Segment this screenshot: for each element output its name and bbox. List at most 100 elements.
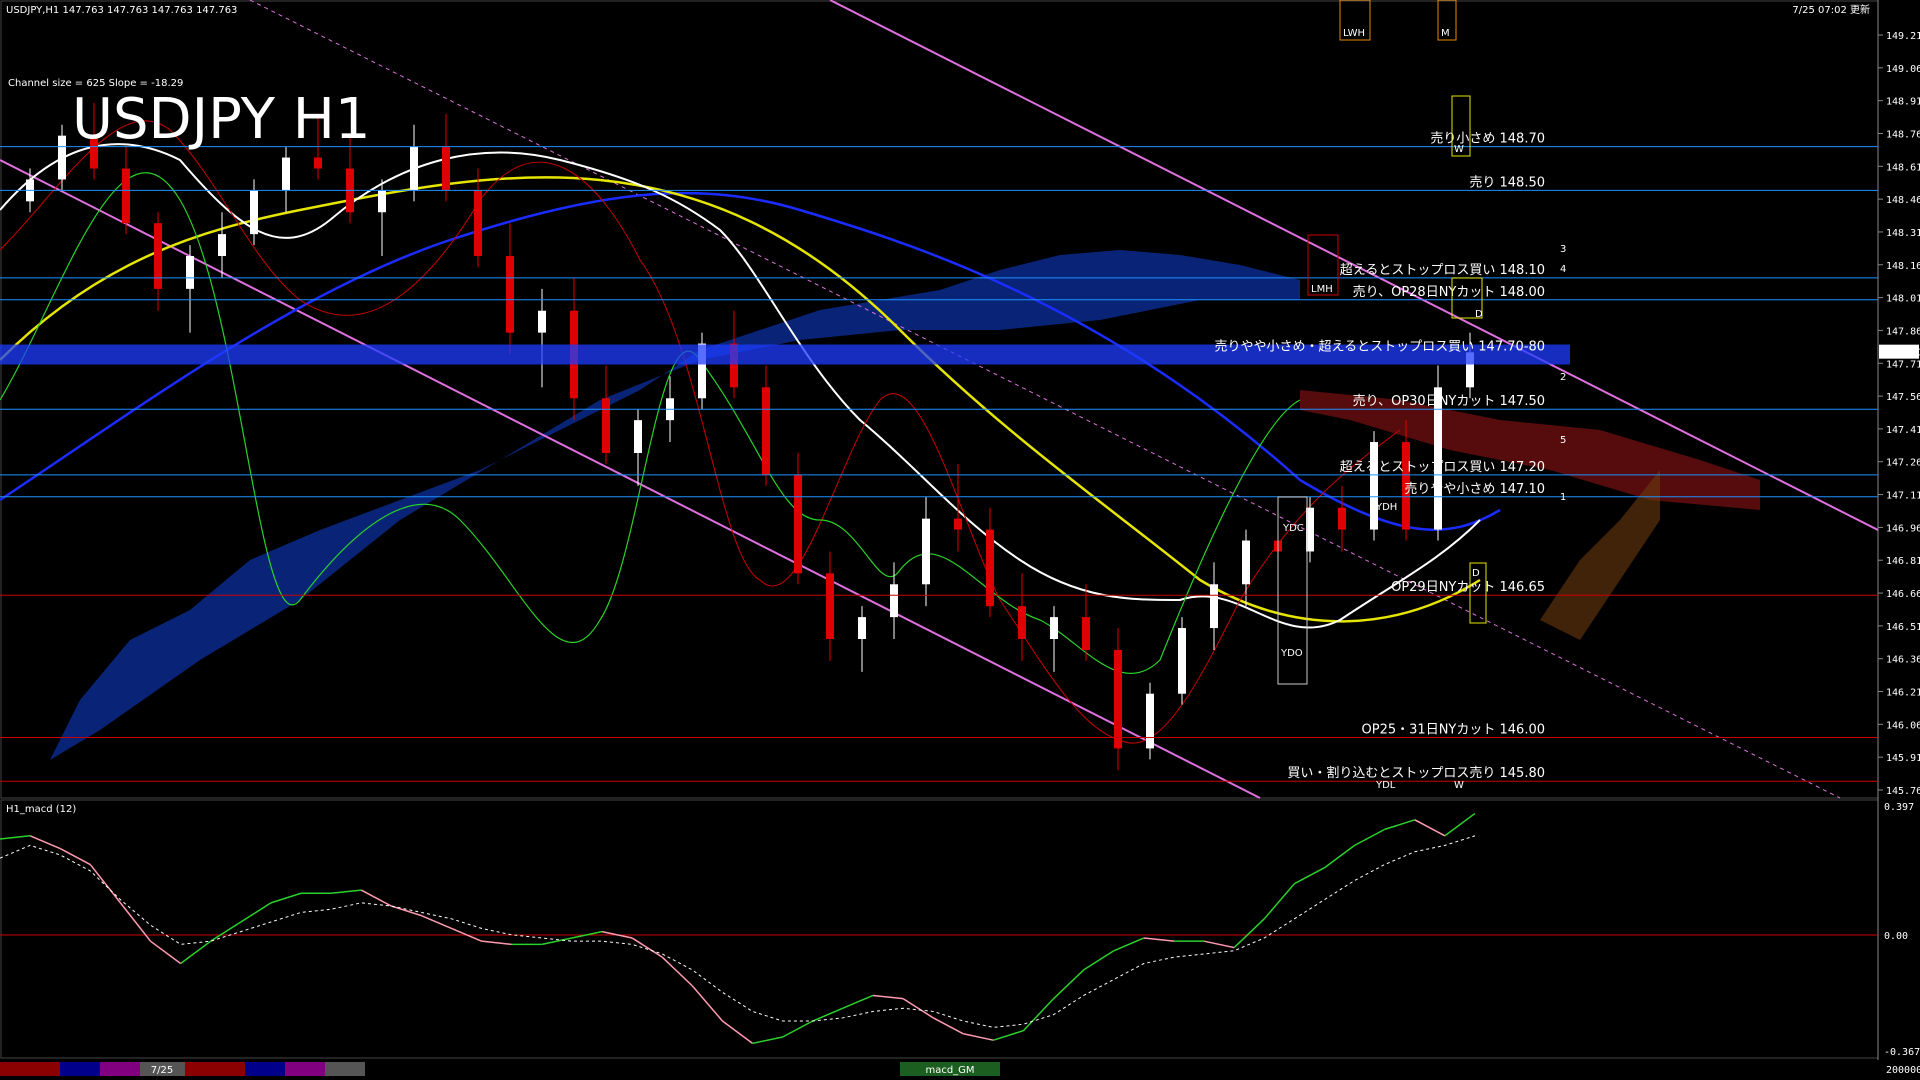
candle-body (218, 234, 226, 257)
macd-segment (150, 940, 182, 965)
level-label: 売りやや小さめ 147.10 (1404, 481, 1545, 497)
ydl-label: YDL (1375, 780, 1396, 791)
ichimoku-cloud (0, 250, 1760, 790)
macd-segment (752, 1036, 783, 1045)
level-label: 買い・割り込むとストップロス売り 145.80 (1287, 765, 1545, 781)
level-label: 売り、OP28日NYカット 148.00 (1353, 284, 1545, 300)
chart-canvas: 売り小さめ 148.70 売り 148.50 超えるとストップロス買い 148.10… (0, 0, 1920, 1076)
macd-segment (1444, 812, 1476, 837)
big-title: USDJPY H1 (72, 87, 370, 152)
level-label: 売り小さめ 148.70 (1430, 131, 1545, 147)
candle-body (762, 387, 770, 475)
candle-body (954, 518, 962, 530)
candle-body (1082, 617, 1090, 650)
macd-segment (691, 985, 724, 1022)
macd-segment (1083, 950, 1115, 971)
candle-body (314, 157, 322, 169)
price-tick-label: 147.410 (1886, 425, 1920, 436)
macd-segment (270, 892, 302, 904)
price-tick-label: 147.560 (1886, 392, 1920, 403)
macd-segment (59, 847, 91, 866)
macd-segment (89, 864, 121, 904)
lmh-label: LMH (1311, 284, 1333, 295)
macd-segment (1113, 937, 1145, 952)
macd-segment (180, 940, 212, 965)
price-tick-label: 148.610 (1886, 162, 1920, 173)
macd-segment (932, 1017, 964, 1035)
candle-body (506, 256, 514, 333)
macd-segment (0, 835, 31, 840)
price-tick-label: 146.210 (1886, 688, 1920, 699)
current-price-label: 147.763 (1882, 348, 1920, 359)
macd-segment (1053, 969, 1085, 1000)
macd-segment (782, 1020, 814, 1038)
price-tick-label: 146.060 (1886, 720, 1920, 731)
macd-segment (661, 956, 693, 987)
candle-body (442, 146, 450, 191)
symbol-info: USDJPY,H1 147.763 147.763 147.763 147.76… (6, 5, 237, 16)
w-label-2: W (1454, 780, 1464, 791)
level-label: OP25・31日NYカット 146.00 (1362, 722, 1545, 737)
scale-value: 200000 (1886, 1065, 1920, 1076)
macd-segment (481, 940, 512, 946)
candle-body (378, 190, 386, 213)
price-tick-label: 148.460 (1886, 195, 1920, 206)
candle-body (1242, 540, 1250, 585)
w-label: W (1454, 144, 1464, 155)
price-tick-label: 149.060 (1886, 64, 1920, 75)
level-label: 超えるとストップロス買い 147.20 (1340, 460, 1545, 475)
macd-segment (1203, 940, 1235, 949)
m-label: M (1441, 28, 1450, 39)
candle-body (410, 146, 418, 191)
level-label: 超えるとストップロス買い 148.10 (1340, 263, 1545, 278)
level-label: OP29日NYカット 146.65 (1391, 580, 1545, 595)
macd-segment (1022, 998, 1055, 1032)
ydc-label: YDC (1282, 523, 1304, 534)
candle-body (1114, 649, 1122, 749)
candle-body (986, 529, 994, 607)
d-label: D (1472, 568, 1480, 579)
price-tick-label: 148.160 (1886, 261, 1920, 272)
price-tick-label: 149.210 (1886, 31, 1920, 42)
macd-lines (0, 812, 1476, 1045)
candle-body (58, 135, 66, 180)
price-tick-label: 147.860 (1886, 326, 1920, 337)
macd-segment (360, 889, 392, 907)
macd-segment (1294, 867, 1325, 885)
candle-body (186, 256, 194, 289)
price-tick-label: 145.910 (1886, 753, 1920, 764)
price-tick-label: 148.310 (1886, 228, 1920, 239)
candle-body (1146, 693, 1154, 749)
macd-segment (963, 1033, 994, 1041)
moving-averages (0, 120, 1501, 744)
macd-panel-frame (0, 799, 1879, 1059)
level-label: 売り、OP30日NYカット 147.50 (1353, 393, 1545, 409)
macd-segment (240, 902, 272, 923)
macd-segment (1354, 828, 1386, 847)
macd-segment (331, 889, 362, 895)
candle-body (122, 168, 130, 224)
candle-body (634, 420, 642, 453)
macd-title: H1_macd (12) (6, 804, 76, 815)
candle-body (1050, 617, 1058, 639)
candle-body (826, 573, 834, 639)
candlesticks (26, 102, 1474, 771)
date-label: 7/25 (151, 1065, 173, 1076)
macd-tick-bottom: -0.367 (1884, 1047, 1920, 1058)
price-tick-label: 147.110 (1886, 491, 1920, 502)
price-tick-label: 148.010 (1886, 294, 1920, 305)
level-label: 売り 148.50 (1469, 174, 1545, 190)
macd-segment (1143, 937, 1175, 942)
macd-segment (872, 994, 904, 1000)
price-tick-label: 147.260 (1886, 458, 1920, 469)
macd-segment (1263, 883, 1295, 920)
update-time: 7/25 07:02 更新 (1792, 3, 1870, 16)
candle-body (282, 157, 290, 191)
macd-segment (1324, 844, 1356, 869)
candle-body (1210, 584, 1218, 629)
ydh-label: YDH (1375, 502, 1397, 513)
price-tick-label: 148.760 (1886, 129, 1920, 140)
ydo-label: YDO (1280, 648, 1303, 659)
macd-tick-top: 0.397 (1884, 802, 1914, 813)
candle-body (1018, 606, 1026, 639)
